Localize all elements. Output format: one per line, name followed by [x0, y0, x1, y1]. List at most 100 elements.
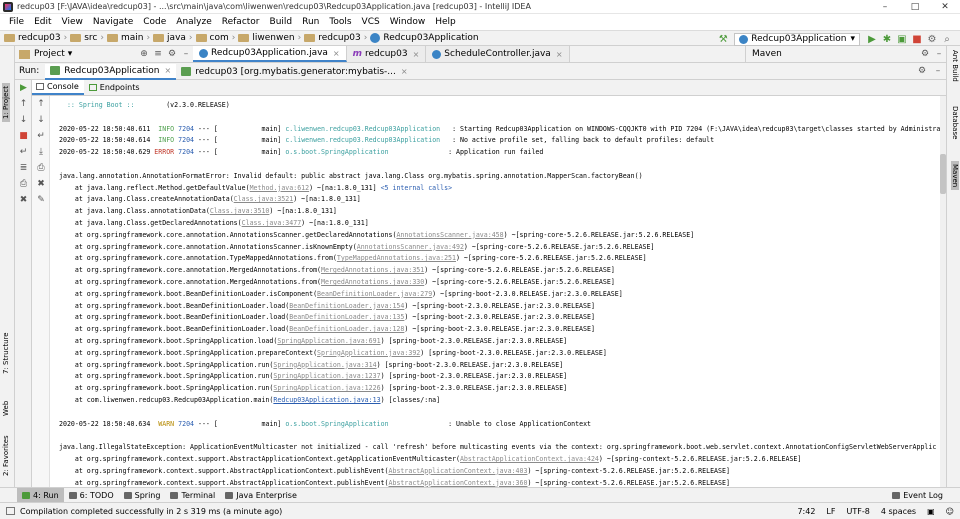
close-icon[interactable]: × [333, 49, 340, 58]
breadcrumb-item[interactable]: java › [153, 33, 193, 43]
source-link[interactable]: Method.java:612 [250, 184, 310, 192]
source-link[interactable]: AbstractApplicationContext.java:403 [389, 467, 528, 475]
run-icon[interactable]: ▶ [865, 32, 879, 46]
file-encoding[interactable]: UTF-8 [846, 507, 869, 516]
gear-icon[interactable]: ⚙ [914, 66, 930, 76]
source-link[interactable]: AbstractApplicationContext.java:360 [389, 479, 528, 487]
menu-item-build[interactable]: Build [265, 17, 298, 27]
minimize-button[interactable]: – [870, 2, 900, 12]
collapse-icon[interactable]: ≡ [151, 49, 165, 59]
source-link[interactable]: MergedAnnotations.java:330 [321, 278, 424, 286]
tool-window-ant-build[interactable]: Ant Build [951, 50, 959, 82]
menu-item-window[interactable]: Window [385, 17, 431, 27]
settings-list-icon[interactable]: ≣ [15, 160, 32, 176]
tool-window-web[interactable]: Web [2, 401, 10, 416]
project-panel-label[interactable]: Project [34, 49, 65, 59]
gear-icon[interactable]: ⚙ [918, 49, 932, 59]
tool-window-favorites[interactable]: 2: Favorites [2, 435, 10, 476]
source-link[interactable]: SpringApplication.java:691 [277, 337, 380, 345]
cursor-position[interactable]: 7:42 [797, 507, 815, 516]
source-link[interactable]: Class.java:3477 [242, 219, 302, 227]
scroll-to-end-icon[interactable]: ⤓ [32, 144, 50, 160]
tool-window-database[interactable]: Database [951, 106, 959, 139]
source-link[interactable]: Class.java:3521 [234, 195, 294, 203]
run-tab[interactable]: Redcup03Application × [45, 63, 177, 80]
maximize-button[interactable]: □ [900, 2, 930, 12]
menu-item-help[interactable]: Help [430, 17, 461, 27]
coverage-icon[interactable]: ▣ [895, 32, 909, 46]
print-icon[interactable]: ⎙ [15, 176, 32, 192]
breadcrumb-item[interactable]: main › [106, 33, 150, 43]
print-icon[interactable]: ⎙ [32, 160, 50, 176]
source-link[interactable]: AbstractApplicationContext.java:424 [460, 455, 599, 463]
line-separator[interactable]: LF [826, 507, 835, 516]
editor-tab[interactable]: ScheduleController.java × [426, 46, 570, 62]
chevron-down-icon[interactable]: ▾ [68, 49, 73, 59]
menu-item-run[interactable]: Run [297, 17, 324, 27]
source-link[interactable]: AnnotationsScanner.java:492 [357, 243, 464, 251]
breadcrumb-item[interactable]: com › [195, 33, 235, 43]
tab-endpoints[interactable]: Endpoints [84, 80, 145, 95]
pin-icon[interactable]: ✎ [32, 192, 50, 208]
gear-icon[interactable]: ⚙ [165, 49, 179, 59]
hide-icon[interactable]: – [930, 66, 946, 76]
source-link[interactable]: SpringApplication.java:1237 [273, 372, 380, 380]
soft-wrap-icon[interactable]: ↵ [32, 128, 50, 144]
source-link[interactable]: TypeMappedAnnotations.java:251 [337, 254, 456, 262]
debug-icon[interactable]: ✱ [880, 32, 894, 46]
bottom-tab[interactable]: Java Enterprise [220, 488, 302, 503]
search-icon[interactable]: ⌕ [940, 32, 954, 46]
indent-setting[interactable]: 4 spaces [881, 507, 916, 516]
run-tab[interactable]: redcup03 [org.mybatis.generator:mybatis-… [176, 64, 412, 80]
down-arrow-icon[interactable]: ↓ [32, 112, 50, 128]
locate-icon[interactable]: ⊕ [137, 49, 151, 59]
breadcrumb-item[interactable]: src › [70, 33, 104, 43]
bottom-tab[interactable]: 6: TODO [64, 488, 119, 503]
close-icon[interactable]: × [165, 66, 172, 75]
source-link[interactable]: AnnotationsScanner.java:458 [396, 231, 503, 239]
build-hammer-icon[interactable]: ⚒ [716, 32, 730, 46]
tool-window-maven[interactable]: Maven [951, 161, 959, 191]
scroll-down-icon[interactable]: ↓ [15, 112, 32, 128]
status-window-icon[interactable] [6, 507, 15, 515]
tab-console[interactable]: Console [31, 80, 84, 95]
breadcrumb-item[interactable]: redcup03 › [4, 33, 67, 43]
maven-panel-label[interactable]: Maven [752, 49, 782, 59]
source-link[interactable]: Redcup03Application.java:13 [273, 396, 380, 404]
menu-item-navigate[interactable]: Navigate [88, 17, 138, 27]
hide-icon[interactable]: – [932, 49, 946, 59]
console-output[interactable]: :: Spring Boot :: (v2.3.0.RELEASE) 2020-… [50, 96, 946, 487]
console-scrollbar[interactable] [940, 96, 946, 487]
rerun-icon[interactable]: ▶ [15, 80, 32, 96]
breadcrumb-item[interactable]: liwenwen › [238, 33, 301, 43]
bottom-tab[interactable]: 4: Run [17, 487, 64, 503]
stop-icon[interactable]: ■ [910, 32, 924, 46]
source-link[interactable]: SpringApplication.java:392 [317, 349, 420, 357]
menu-item-analyze[interactable]: Analyze [171, 17, 216, 27]
source-link[interactable]: BeanDefinitionLoader.java:128 [289, 325, 404, 333]
breadcrumb-item[interactable]: redcup03 › [304, 33, 367, 43]
editor-tab[interactable]: Redcup03Application.java × [193, 46, 347, 62]
close-button[interactable]: ✕ [930, 2, 960, 12]
menu-item-code[interactable]: Code [138, 17, 171, 27]
hide-icon[interactable]: – [179, 49, 193, 59]
tool-window-structure[interactable]: 7: Structure [2, 332, 10, 374]
settings-icon[interactable]: ⚙ [925, 32, 939, 46]
menu-item-vcs[interactable]: VCS [357, 17, 385, 27]
scroll-up-icon[interactable]: ↑ [15, 96, 32, 112]
source-link[interactable]: BeanDefinitionLoader.java:135 [289, 313, 404, 321]
menu-item-tools[interactable]: Tools [324, 17, 356, 27]
source-link[interactable]: Class.java:3510 [210, 207, 270, 215]
menu-item-file[interactable]: File [4, 17, 29, 27]
scrollbar-thumb[interactable] [940, 154, 946, 194]
up-arrow-icon[interactable]: ↑ [32, 96, 50, 112]
bottom-tab[interactable]: Terminal [165, 488, 220, 503]
run-configuration-select[interactable]: Redcup03Application ▾ [734, 32, 860, 46]
source-link[interactable]: MergedAnnotations.java:351 [321, 266, 424, 274]
clear-icon[interactable]: ✖ [32, 176, 50, 192]
editor-tab[interactable]: m redcup03 × [346, 46, 427, 62]
close-icon[interactable]: × [401, 67, 408, 76]
source-link[interactable]: BeanDefinitionLoader.java:279 [317, 290, 432, 298]
lock-icon[interactable]: ▣ [927, 507, 935, 516]
source-link[interactable]: BeanDefinitionLoader.java:154 [289, 302, 404, 310]
